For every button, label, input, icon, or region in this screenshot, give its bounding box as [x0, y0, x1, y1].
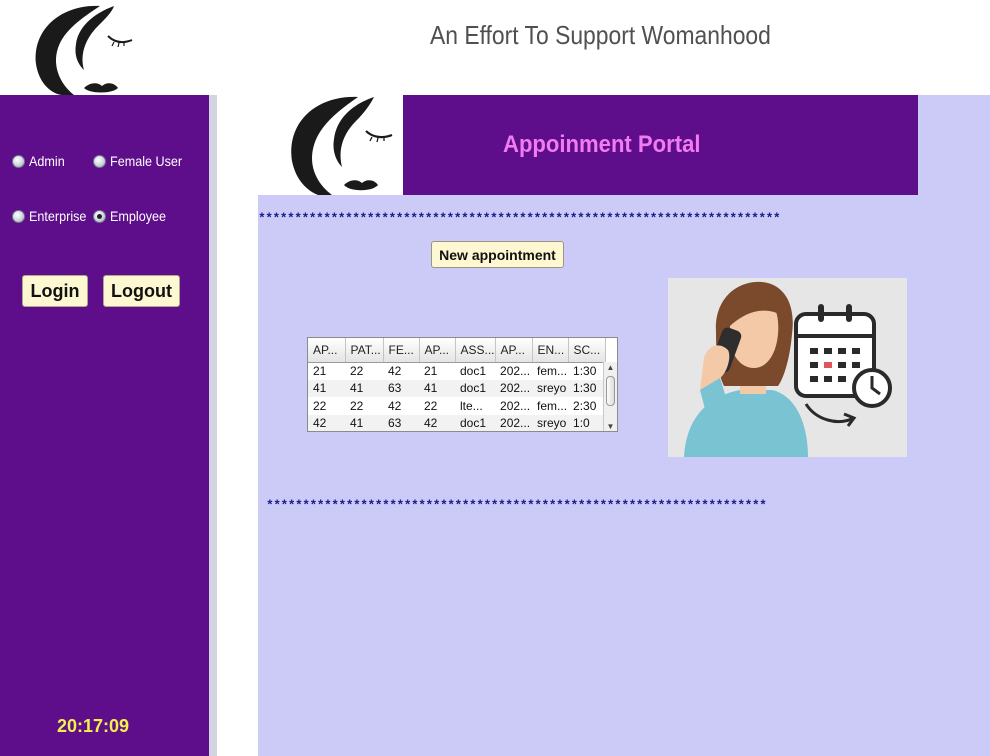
table-cell: doc1: [455, 379, 496, 397]
scroll-down-arrow-icon[interactable]: ▼: [604, 421, 617, 431]
main-panel: Appoinment Portal **********************…: [258, 95, 990, 756]
table-cell: 21: [424, 364, 438, 378]
table-cell: 202...: [500, 364, 531, 378]
column-header[interactable]: PAT...: [345, 338, 384, 363]
table-cell: 1:30: [573, 364, 597, 378]
table-cell: 41: [345, 379, 383, 397]
column-header[interactable]: SC...: [568, 338, 606, 363]
woman-face-logo: [35, 5, 133, 95]
role-label-admin: Admin: [29, 153, 65, 169]
table-cell: 63: [383, 379, 419, 397]
app-header: An Effort To Support Womanhood: [0, 0, 990, 95]
table-row[interactable]: 42 41 63 42 doc1 202... sreyo 1:0: [308, 414, 606, 431]
table-cell: 1:30: [568, 379, 606, 397]
star-divider-top: ****************************************…: [258, 211, 781, 226]
login-button[interactable]: Login: [22, 275, 88, 307]
column-header[interactable]: EN...: [532, 338, 569, 363]
role-radio-enterprise[interactable]: Enterprise: [12, 208, 93, 224]
table-cell: 22: [350, 364, 364, 378]
scroll-up-arrow-icon[interactable]: ▲: [604, 362, 617, 374]
table-cell: 22: [350, 398, 364, 413]
table-cell: 42: [388, 398, 402, 413]
table-cell: 42: [419, 414, 455, 431]
table-cell: sreyo: [532, 414, 569, 431]
phone-calendar-illustration: [668, 278, 907, 457]
table-cell: doc1: [455, 414, 496, 431]
table-cell: 202...: [495, 379, 533, 397]
table-cell: 202...: [500, 398, 531, 413]
table-cell: 63: [383, 414, 419, 431]
column-header[interactable]: ASS...: [455, 338, 496, 363]
table-cell: 41: [419, 379, 455, 397]
role-label-employee: Employee: [110, 208, 167, 224]
scrollbar-thumb[interactable]: [606, 376, 615, 406]
table-cell: 22: [313, 398, 327, 413]
column-header[interactable]: AP...: [495, 338, 533, 363]
role-label-enterprise: Enterprise: [29, 208, 87, 224]
table-cell: 41: [308, 379, 345, 397]
table-cell: 42: [308, 414, 345, 431]
table-row[interactable]: 41 41 63 41 doc1 202... sreyo 1:30: [308, 379, 606, 397]
logout-button[interactable]: Logout: [103, 275, 180, 307]
table-cell: sreyo: [532, 379, 569, 397]
column-header[interactable]: AP...: [419, 338, 456, 363]
table-scrollbar[interactable]: ▲ ▼: [603, 362, 617, 431]
role-radio-employee[interactable]: Employee: [93, 208, 172, 224]
table-cell: fem...: [537, 398, 568, 413]
portal-banner: Appoinment Portal: [403, 95, 918, 195]
table-cell: 202...: [495, 414, 533, 431]
table-row[interactable]: 21 22 42 21 doc1 202... fem... 1:30: [308, 362, 605, 380]
table-row[interactable]: 22 22 42 22 lte... 202... fem... 2:30: [308, 397, 605, 415]
new-appointment-button[interactable]: New appointment: [431, 241, 564, 268]
role-radio-admin[interactable]: Admin: [12, 153, 69, 169]
table-cell: fem...: [537, 364, 568, 378]
table-cell: 1:0: [568, 414, 606, 431]
clock-display: 20:17:09: [57, 716, 130, 736]
role-radio-female-user[interactable]: Female User: [93, 153, 190, 169]
star-divider-bottom: ****************************************…: [266, 498, 767, 513]
column-header[interactable]: FE...: [383, 338, 420, 363]
portal-title: Appoinment Portal: [503, 131, 701, 158]
radio-button-selected-icon[interactable]: [93, 209, 106, 223]
banner-logo: [258, 95, 403, 195]
sidebar: Admin Female User Enterprise Employee Lo…: [0, 95, 209, 756]
table-header-row: AP... PAT... FE... AP... ASS... AP... EN…: [308, 338, 606, 363]
radio-button-icon[interactable]: [93, 154, 106, 168]
radio-button-icon[interactable]: [12, 154, 25, 168]
table-cell: 41: [345, 414, 383, 431]
table-cell: 21: [313, 364, 327, 378]
table-cell: 42: [388, 364, 402, 378]
table-cell: doc1: [460, 364, 487, 378]
column-header[interactable]: AP...: [308, 338, 346, 363]
table-cell: lte...: [460, 398, 483, 413]
role-label-female-user: Female User: [110, 153, 183, 169]
appointments-table[interactable]: AP... PAT... FE... AP... ASS... AP... EN…: [307, 337, 618, 432]
table-cell: 22: [424, 398, 438, 413]
radio-button-icon[interactable]: [12, 209, 25, 223]
woman-face-logo: [291, 96, 393, 195]
tagline: An Effort To Support Womanhood: [430, 20, 771, 50]
table-cell: 2:30: [573, 398, 597, 413]
sidebar-divider: [209, 95, 258, 756]
